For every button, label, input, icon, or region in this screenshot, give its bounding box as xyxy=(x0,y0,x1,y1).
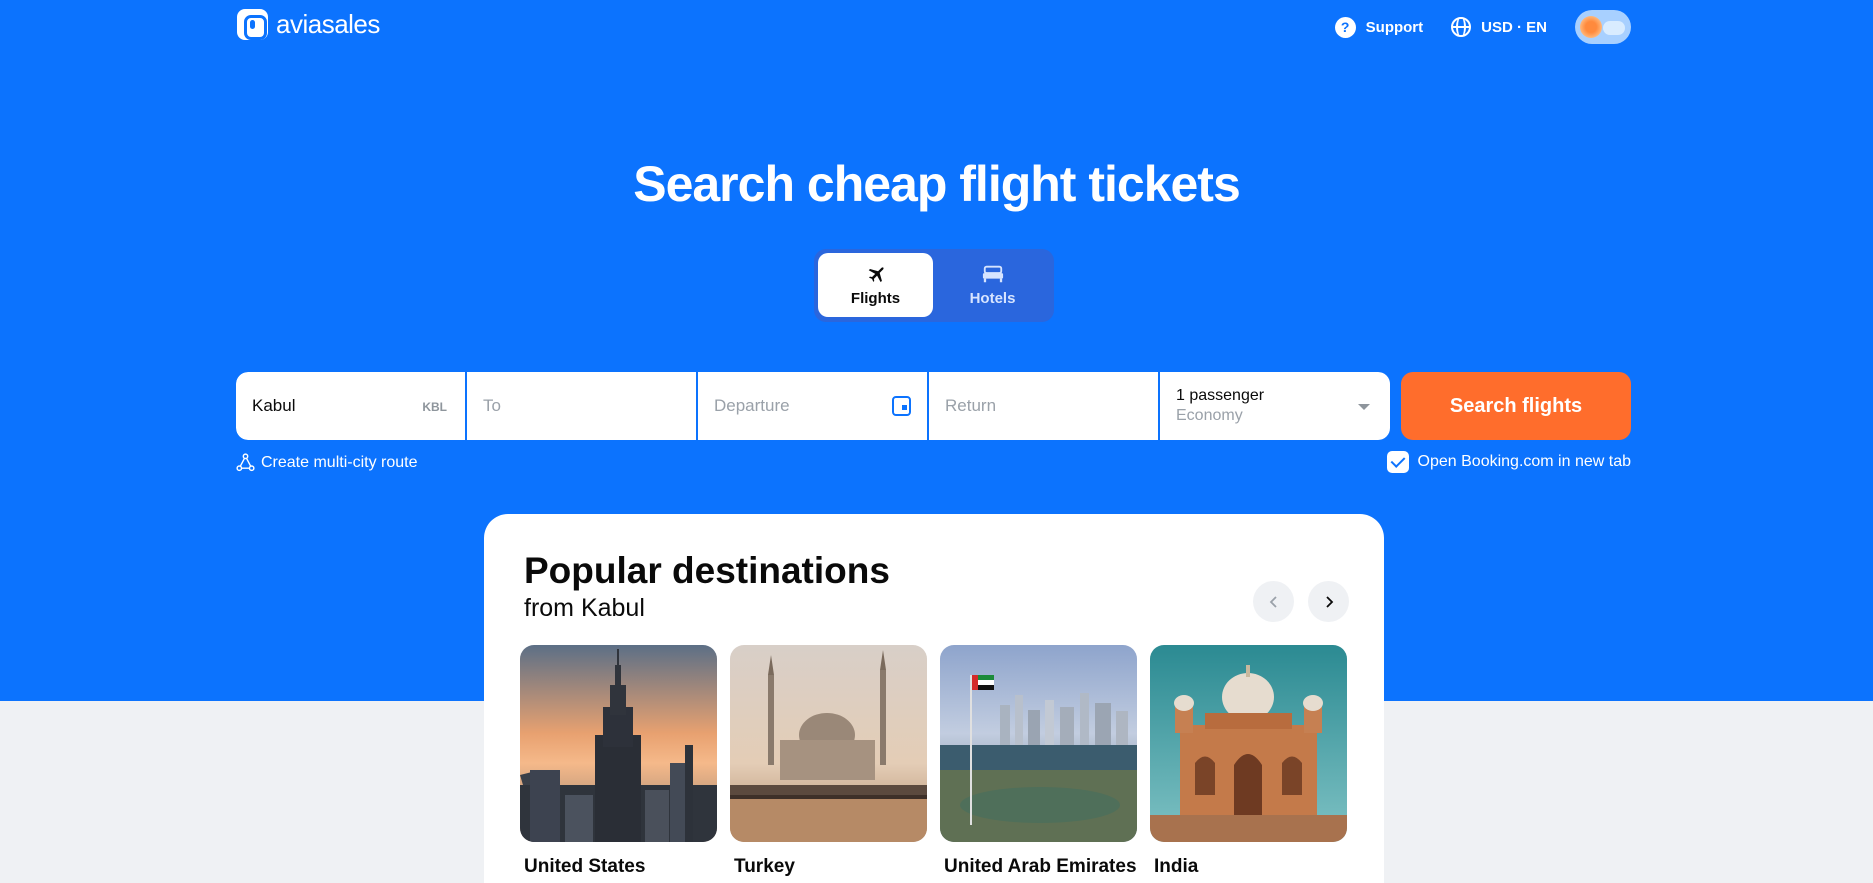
search-form: Kabul KBL To Departure Return 1 passenge… xyxy=(236,372,1391,440)
popular-destinations-card: Popular destinations from Kabul United S… xyxy=(484,514,1384,883)
destination-field[interactable]: To xyxy=(467,372,696,440)
carousel-next-button[interactable] xyxy=(1308,581,1349,622)
destination-placeholder: To xyxy=(483,396,501,415)
support-link[interactable]: ? Support xyxy=(1334,16,1424,38)
plane-icon xyxy=(868,266,884,282)
passengers-dropdown[interactable]: 1 passenger Economy xyxy=(1160,372,1390,440)
origin-code: KBL xyxy=(422,400,447,414)
chevron-right-icon xyxy=(1325,595,1333,608)
tab-flights[interactable]: Flights xyxy=(818,253,933,317)
search-flights-button[interactable]: Search flights xyxy=(1401,372,1631,440)
passenger-count: 1 passenger xyxy=(1176,387,1265,404)
destination-name: United Arab Emirates xyxy=(944,856,1137,877)
chevron-down-icon xyxy=(1358,404,1370,410)
return-placeholder: Return xyxy=(945,396,997,415)
return-date-field[interactable]: Return xyxy=(929,372,1158,440)
support-icon: ? xyxy=(1334,16,1356,38)
bed-icon xyxy=(982,265,1003,282)
search-mode-switch: Flights Hotels xyxy=(814,249,1054,322)
destination-card-india[interactable]: India xyxy=(1150,645,1347,878)
destination-image xyxy=(730,645,927,842)
destination-name: Turkey xyxy=(734,856,795,877)
multi-city-label: Create multi-city route xyxy=(261,453,418,471)
popular-subtitle: from Kabul xyxy=(524,594,645,622)
support-label: Support xyxy=(1365,18,1424,36)
departure-date-field[interactable]: Departure xyxy=(698,372,927,440)
destination-card-uae[interactable]: United Arab Emirates xyxy=(940,645,1137,878)
sun-icon xyxy=(1580,16,1602,38)
booking-label: Open Booking.com in new tab xyxy=(1417,453,1631,470)
locale-label: USD · EN xyxy=(1481,18,1547,36)
booking-checkbox[interactable] xyxy=(1386,451,1409,473)
cloud-icon xyxy=(1603,21,1625,35)
cabin-class: Economy xyxy=(1176,407,1243,424)
page-title: Search cheap flight tickets xyxy=(633,156,1241,212)
origin-value: Kabul xyxy=(252,396,296,415)
tab-hotels-label: Hotels xyxy=(969,289,1016,307)
origin-field[interactable]: Kabul KBL xyxy=(236,372,465,440)
route-icon xyxy=(236,453,255,472)
booking-newtab-option[interactable]: Open Booking.com in new tab xyxy=(1386,451,1631,473)
destination-image xyxy=(940,645,1137,842)
carousel-prev-button[interactable] xyxy=(1253,581,1294,622)
header-actions: ? Support USD · EN xyxy=(1334,10,1631,44)
locale-selector[interactable]: USD · EN xyxy=(1451,17,1547,37)
destination-name: United States xyxy=(524,856,646,877)
calendar-icon[interactable] xyxy=(892,396,911,416)
logo-icon xyxy=(237,9,268,40)
departure-placeholder: Departure xyxy=(714,396,790,415)
destination-image xyxy=(1150,645,1347,842)
destination-image xyxy=(520,645,717,842)
multi-city-link[interactable]: Create multi-city route xyxy=(236,453,418,472)
destinations-list: United States Turkey United Arab Emirate… xyxy=(520,645,1347,878)
chevron-left-icon xyxy=(1269,595,1277,608)
globe-icon xyxy=(1451,17,1472,37)
destination-card-united-states[interactable]: United States xyxy=(520,645,717,878)
tab-hotels[interactable]: Hotels xyxy=(935,253,1050,317)
destination-card-turkey[interactable]: Turkey xyxy=(730,645,927,878)
theme-toggle[interactable] xyxy=(1575,10,1631,44)
popular-title: Popular destinations xyxy=(524,550,890,591)
logo[interactable]: aviasales xyxy=(237,9,380,40)
destination-name: India xyxy=(1154,856,1199,877)
tab-flights-label: Flights xyxy=(850,289,901,307)
logo-text: aviasales xyxy=(276,9,380,39)
